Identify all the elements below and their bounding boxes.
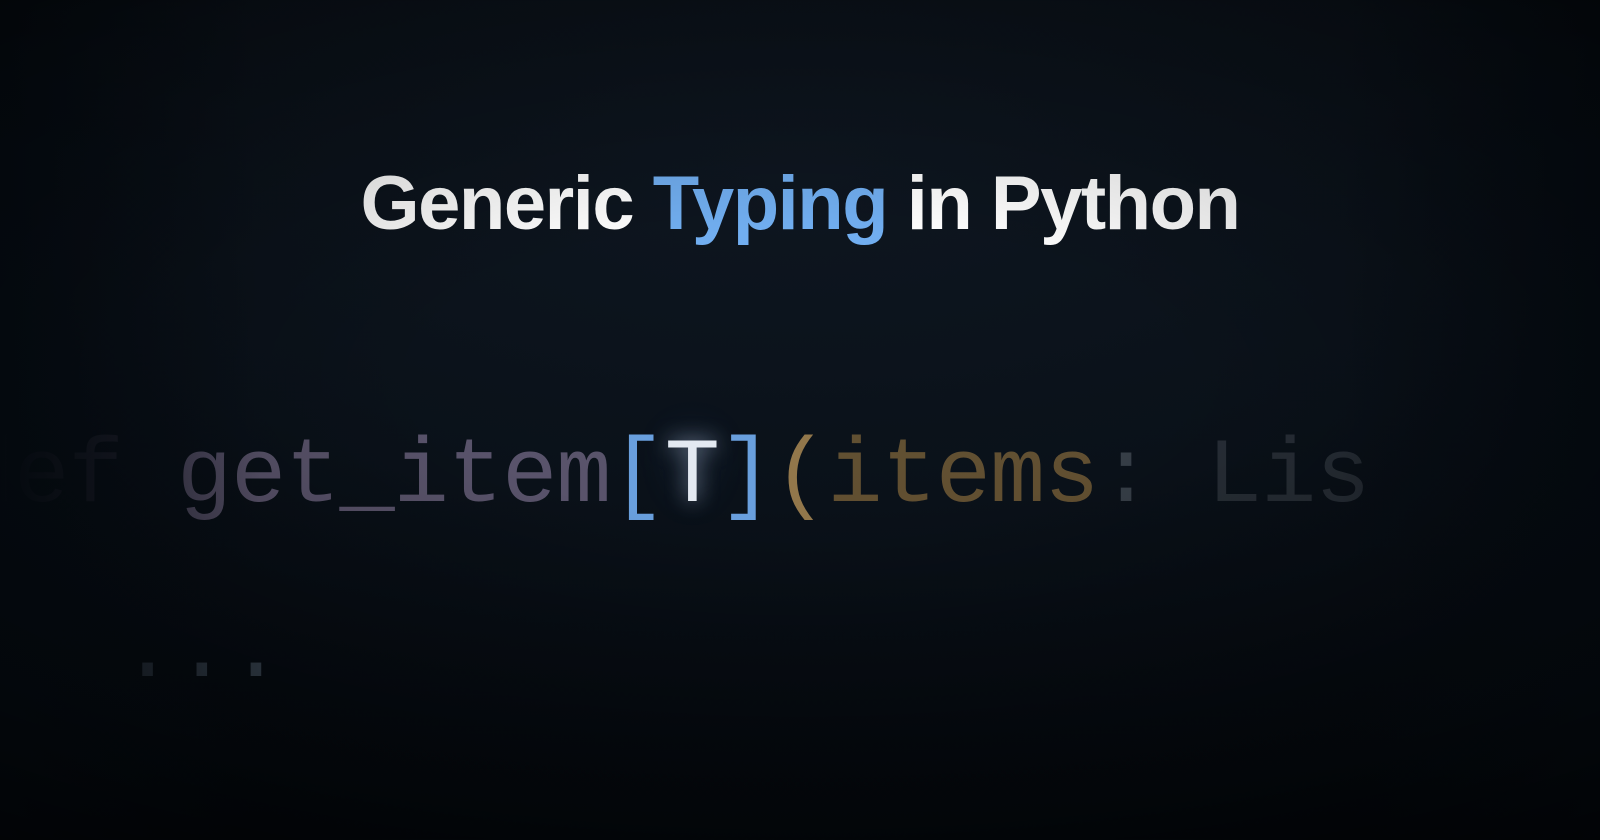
code-line-1: def get_item[T](items: Lis [0,390,1560,565]
code-keyword-def: def [0,424,177,529]
title-text-pre: Generic [361,161,653,246]
code-function-name: get_item [177,424,611,529]
code-type-param: T [665,424,719,529]
code-colon: : [1098,424,1206,529]
code-snippet: def get_item[T](items: Lis ... [0,390,1600,740]
code-bracket-close: ] [719,424,773,529]
page-title: Generic Typing in Python [0,160,1600,247]
code-ellipsis: ... [120,599,283,704]
code-param-name: items [827,424,1098,529]
code-type-hint: Lis [1207,424,1370,529]
title-text-accent: Typing [653,161,887,246]
code-line-2: ... [120,565,1600,740]
code-bracket-open: [ [611,424,665,529]
title-text-post: in Python [887,161,1239,246]
code-paren-open: ( [773,424,827,529]
